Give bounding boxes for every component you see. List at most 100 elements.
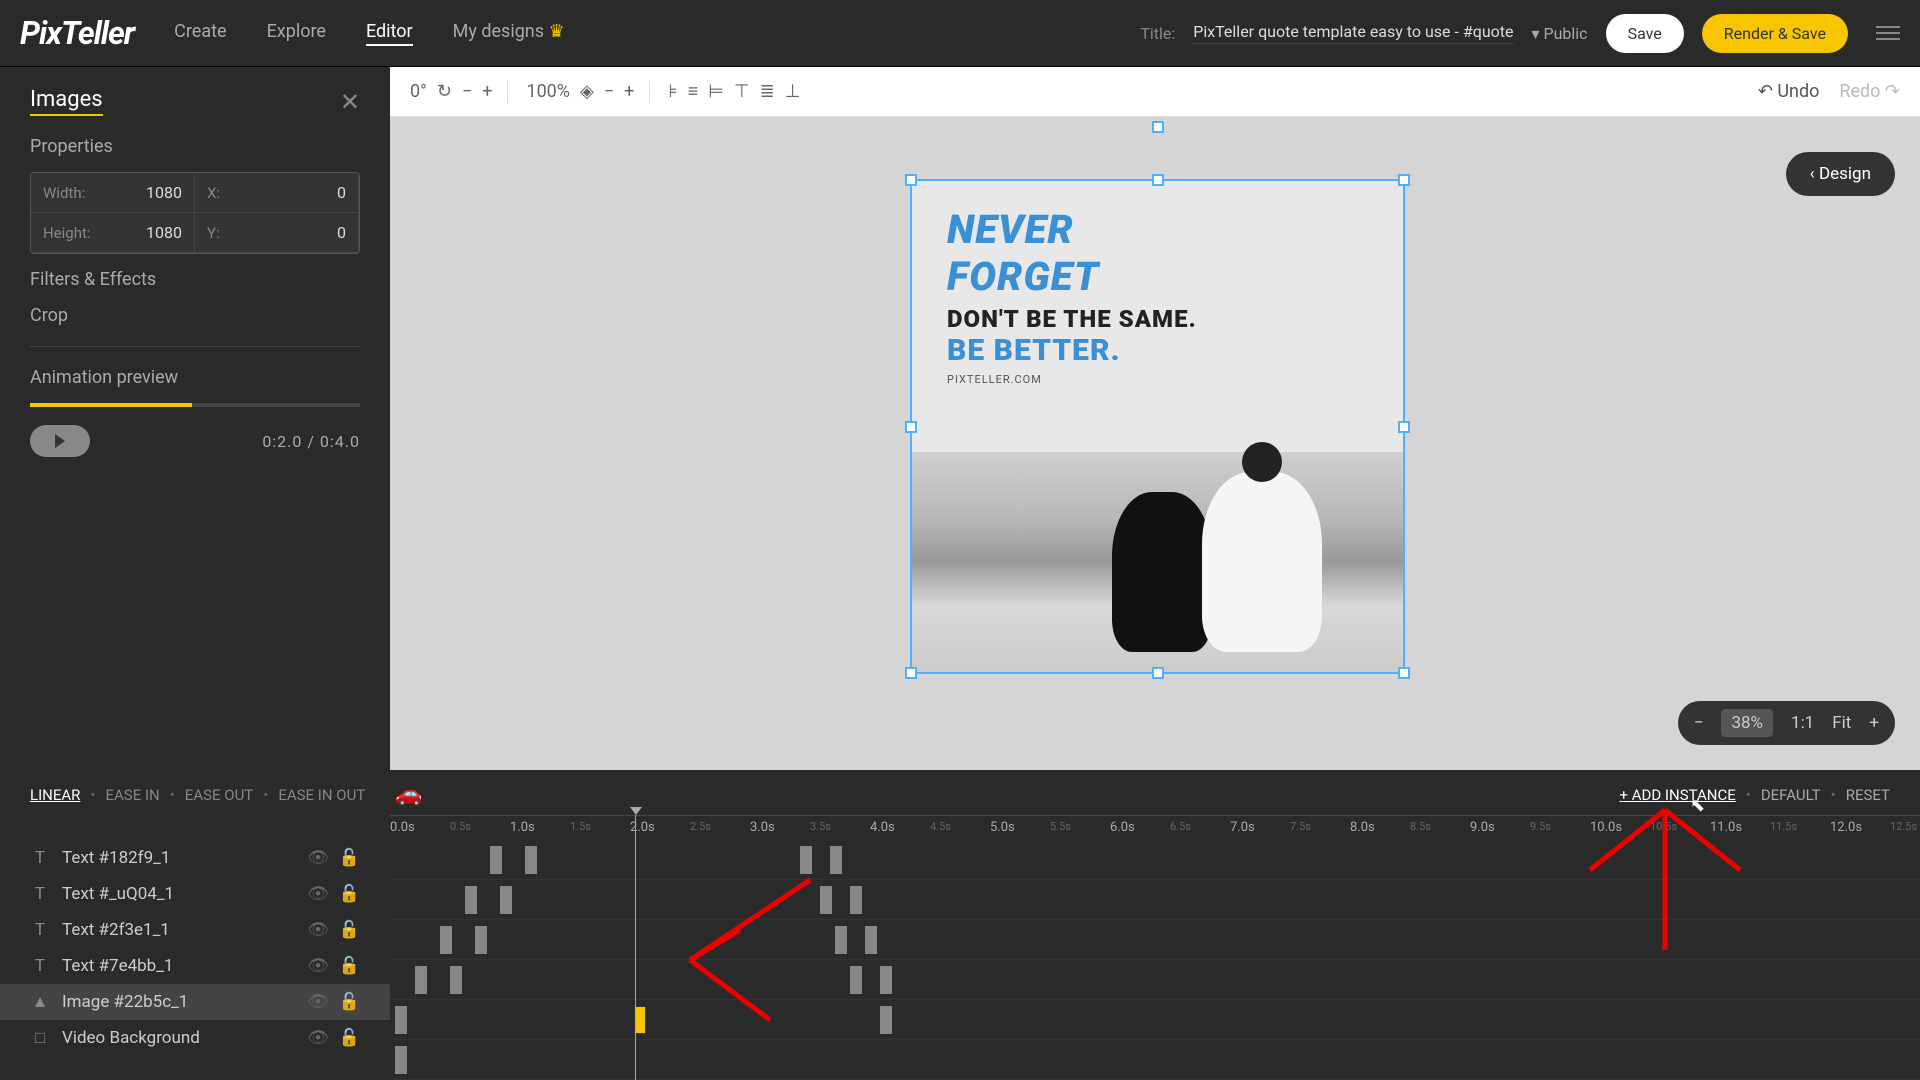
align-left-icon[interactable]: ⊧ [668, 81, 677, 102]
logo: PixTeller [20, 14, 134, 52]
lock-icon[interactable]: 🔓 [339, 884, 360, 904]
layer-type-icon: T [30, 956, 50, 976]
crop-link[interactable]: Crop [30, 305, 360, 326]
visibility-icon[interactable]: 👁 [307, 884, 329, 904]
ease-in[interactable]: EASE IN [105, 786, 159, 804]
layer-type-icon: T [30, 848, 50, 868]
layers-list: T Text #182f9_1 👁 🔓 T Text #_uQ04_1 👁 🔓 … [0, 840, 390, 1080]
handle-bl[interactable] [905, 667, 917, 679]
align-bottom-icon[interactable]: ⊥ [785, 81, 801, 102]
canvas-area[interactable]: NEVER FORGET DON'T BE THE SAME. BE BETTE… [390, 117, 1920, 770]
nav-editor[interactable]: Editor [366, 21, 413, 46]
handle-ml[interactable] [905, 421, 917, 433]
height-input[interactable]: 1080 [146, 223, 182, 242]
ruler-tick: 1.5s [570, 820, 591, 833]
tracks-area[interactable] [390, 840, 1920, 1080]
visibility-icon[interactable]: 👁 [307, 848, 329, 868]
handle-mr[interactable] [1398, 421, 1410, 433]
align-top-icon[interactable]: ⊤ [734, 81, 750, 102]
lock-icon[interactable]: 🔓 [339, 920, 360, 940]
rotate-minus[interactable]: − [462, 81, 472, 102]
ease-tabs: LINEAR • EASE IN • EASE OUT • EASE IN OU… [0, 770, 1920, 819]
selected-image[interactable]: NEVER FORGET DON'T BE THE SAME. BE BETTE… [910, 179, 1405, 674]
opacity-minus[interactable]: − [604, 81, 614, 102]
reset-button[interactable]: RESET [1846, 786, 1890, 804]
visibility-icon[interactable]: 👁 [307, 920, 329, 940]
title-input[interactable]: PixTeller quote template easy to use - #… [1193, 22, 1513, 44]
animation-progress[interactable] [30, 403, 360, 407]
visibility-icon[interactable]: 👁 [307, 956, 329, 976]
layer-type-icon: ▲ [30, 992, 50, 1012]
align-right-icon[interactable]: ⊨ [708, 81, 724, 102]
ruler-tick: 0.0s [390, 820, 415, 835]
ruler-tick: 2.5s [690, 820, 711, 833]
handle-br[interactable] [1398, 667, 1410, 679]
divider [30, 346, 360, 347]
layer-row[interactable]: T Text #2f3e1_1 👁 🔓 [0, 912, 390, 948]
nav-mydesigns[interactable]: My designs ♛ [453, 21, 565, 46]
header-right: Title: PixTeller quote template easy to … [1140, 14, 1900, 53]
layer-row[interactable]: T Text #182f9_1 👁 🔓 [0, 840, 390, 876]
playhead[interactable] [635, 815, 636, 1080]
ruler-tick: 9.0s [1470, 820, 1495, 835]
animation-preview-label: Animation preview [30, 367, 360, 388]
layer-name: Video Background [62, 1028, 200, 1048]
undo-button[interactable]: ↶ Undo [1758, 81, 1820, 102]
save-button[interactable]: Save [1606, 14, 1684, 53]
ruler-tick: 5.5s [1050, 820, 1071, 833]
rotate-plus[interactable]: + [482, 81, 492, 102]
visibility-icon[interactable]: 👁 [307, 992, 329, 1012]
redo-button[interactable]: Redo ↷ [1839, 81, 1900, 102]
timeline-ruler[interactable]: 0.0s0.5s1.0s1.5s2.0s2.5s3.0s3.5s4.0s4.5s… [390, 815, 1920, 840]
layer-row[interactable]: ▲ Image #22b5c_1 👁 🔓 [0, 984, 390, 1020]
nav-create[interactable]: Create [174, 21, 226, 46]
zoom-out-button[interactable]: − [1694, 713, 1704, 733]
visibility-toggle[interactable]: ▾ Public [1532, 24, 1588, 43]
handle-tr[interactable] [1398, 174, 1410, 186]
properties-label: Properties [30, 136, 360, 157]
handle-rotate[interactable] [1152, 121, 1164, 133]
lock-icon[interactable]: 🔓 [339, 1028, 360, 1048]
zoom-percent[interactable]: 38% [1721, 709, 1773, 737]
nav-links: Create Explore Editor My designs ♛ [174, 21, 565, 46]
ruler-tick: 11.5s [1770, 820, 1797, 833]
default-button[interactable]: DEFAULT [1761, 786, 1821, 804]
handle-tl[interactable] [905, 174, 917, 186]
car-icon[interactable]: 🚗 [395, 782, 422, 807]
align-middle-icon[interactable]: ≣ [760, 81, 775, 102]
layer-row[interactable]: T Text #_uQ04_1 👁 🔓 [0, 876, 390, 912]
opacity-plus[interactable]: + [624, 81, 634, 102]
layer-row[interactable]: T Text #7e4bb_1 👁 🔓 [0, 948, 390, 984]
transparency-icon[interactable]: ◈ [580, 81, 594, 102]
ruler-tick: 3.0s [750, 820, 775, 835]
rotation-value[interactable]: 0° [410, 81, 427, 102]
handle-tm[interactable] [1152, 174, 1164, 186]
close-icon[interactable]: ✕ [340, 88, 360, 116]
visibility-icon[interactable]: 👁 [307, 1028, 329, 1048]
y-input[interactable]: 0 [337, 223, 346, 242]
ease-linear[interactable]: LINEAR [30, 786, 80, 804]
filters-link[interactable]: Filters & Effects [30, 269, 360, 290]
align-center-icon[interactable]: ≡ [688, 81, 699, 102]
ease-inout[interactable]: EASE IN OUT [278, 786, 365, 804]
x-input[interactable]: 0 [337, 183, 346, 202]
lock-icon[interactable]: 🔓 [339, 992, 360, 1012]
opacity-value[interactable]: 100% [526, 81, 570, 102]
design-mode-button[interactable]: ‹ Design [1786, 152, 1895, 196]
add-instance-button[interactable]: + ADD INSTANCE [1619, 786, 1735, 804]
menu-icon[interactable] [1876, 26, 1900, 40]
rotate-icon[interactable]: ↻ [437, 81, 452, 102]
width-input[interactable]: 1080 [146, 183, 182, 202]
handle-bm[interactable] [1152, 667, 1164, 679]
render-save-button[interactable]: Render & Save [1702, 14, 1848, 53]
play-button[interactable] [30, 425, 90, 457]
lock-icon[interactable]: 🔓 [339, 956, 360, 976]
lock-icon[interactable]: 🔓 [339, 848, 360, 868]
zoom-ratio[interactable]: 1:1 [1791, 713, 1814, 733]
zoom-fit[interactable]: Fit [1832, 713, 1851, 733]
layer-row[interactable]: □ Video Background 👁 🔓 [0, 1020, 390, 1056]
ease-out[interactable]: EASE OUT [185, 786, 253, 804]
zoom-in-button[interactable]: + [1869, 713, 1879, 733]
layer-name: Text #2f3e1_1 [62, 920, 170, 940]
nav-explore[interactable]: Explore [267, 21, 326, 46]
